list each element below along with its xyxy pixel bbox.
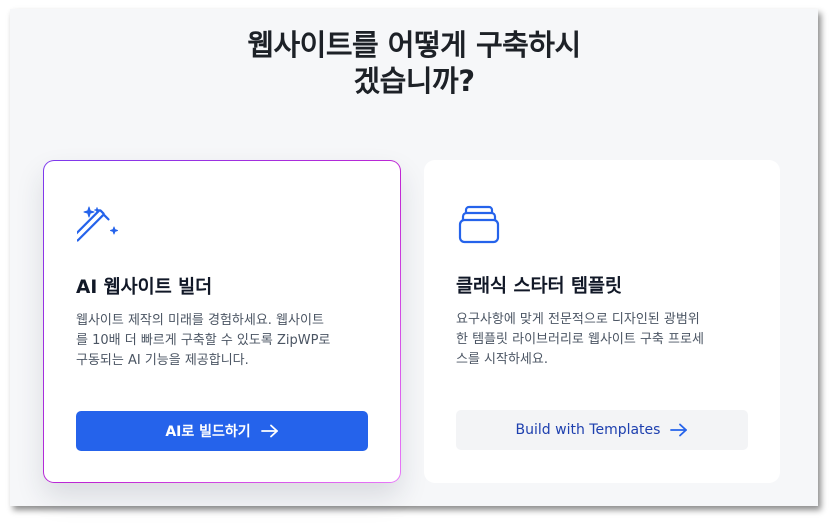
build-with-ai-button[interactable]: AI로 빌드하기 [76,411,368,451]
templates-card-description-line: 스를 시작하세요. [456,352,548,367]
ai-card-description: 웹사이트 제작의 미래를 경험하세요. 웹사이트 를 10배 더 빠르게 구축할… [76,311,376,371]
templates-card-description: 요구사항에 맞게 전문적으로 디자인된 광범위 한 템플릿 라이브러리로 웹사이… [456,310,756,370]
arrow-right-icon [670,423,688,437]
templates-card-title: 클래식 스타터 템플릿 [456,276,623,297]
onboarding-window: 웹사이트를 어떻게 구축하시 겠습니까? AI 웹사이트 빌더 웹사이트 제작의… [10,9,818,506]
magic-wand-icon [77,206,118,242]
ai-builder-card[interactable]: AI 웹사이트 빌더 웹사이트 제작의 미래를 경험하세요. 웹사이트 를 10… [43,160,401,483]
templates-card-description-line: 요구사항에 맞게 전문적으로 디자인된 광범위 [456,312,700,327]
page-title: 웹사이트를 어떻게 구축하시 겠습니까? [10,27,818,99]
templates-card-description-line: 한 템플릿 라이브러리로 웹사이트 구축 프로세 [456,332,704,347]
ai-card-title: AI 웹사이트 빌더 [76,277,213,298]
arrow-right-icon [260,424,278,438]
build-with-templates-button[interactable]: Build with Templates [456,410,748,450]
page-title-line-2: 겠습니까? [353,64,475,98]
ai-card-description-line: 웹사이트 제작의 미래를 경험하세요. 웹사이트 [76,313,324,328]
classic-templates-card[interactable]: 클래식 스타터 템플릿 요구사항에 맞게 전문적으로 디자인된 광범위 한 템플… [424,160,780,483]
build-with-ai-label: AI로 빌드하기 [165,424,251,440]
build-with-templates-label: Build with Templates [515,422,661,438]
stacked-templates-icon [458,205,500,244]
ai-card-description-line: 를 10배 더 빠르게 구축할 수 있도록 ZipWP로 [76,333,331,348]
ai-card-description-line: 구동되는 AI 기능을 제공합니다. [76,353,249,368]
page-title-line-1: 웹사이트를 어떻게 구축하시 [247,28,581,62]
